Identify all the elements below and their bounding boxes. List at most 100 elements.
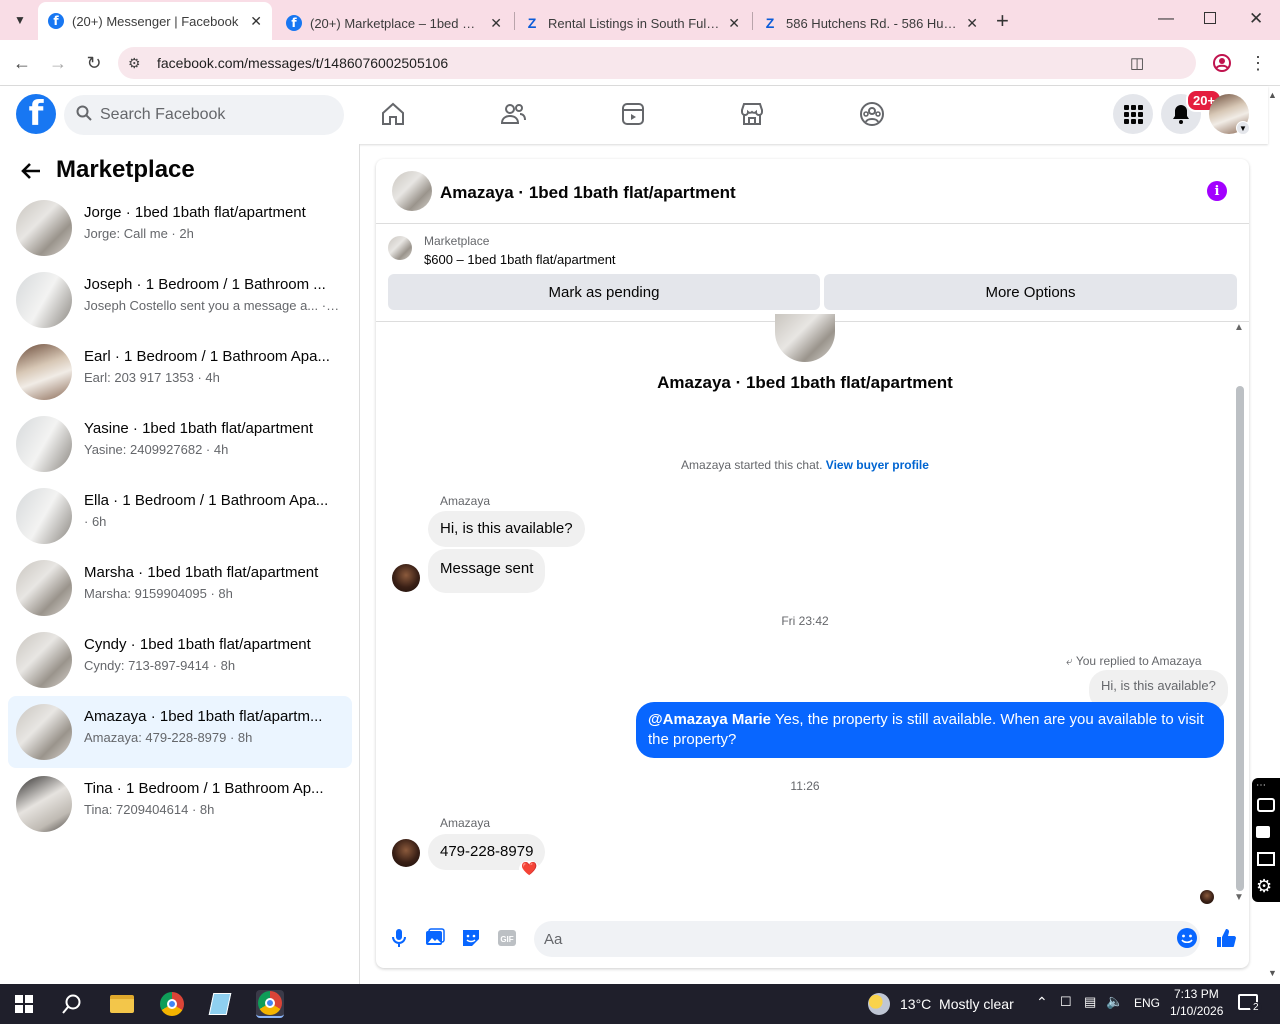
tray-chevron-up-icon[interactable]: ⌃ <box>1036 994 1048 1011</box>
browser-tab-messenger[interactable]: f (20+) Messenger | Facebook ✕ <box>38 2 272 40</box>
friends-icon[interactable] <box>499 100 527 128</box>
listing-avatar[interactable] <box>392 171 432 211</box>
conversation-item[interactable]: Tina · 1 Bedroom / 1 Bathroom Ap... Tina… <box>8 768 352 840</box>
search-input[interactable]: Search Facebook <box>64 95 344 135</box>
page-title: Marketplace <box>56 156 195 183</box>
tab-list-dropdown-icon[interactable]: ▼ <box>10 10 30 30</box>
conversation-item[interactable]: Jorge · 1bed 1bath flat/apartment Jorge:… <box>8 192 352 264</box>
message-thread[interactable]: Amazaya · 1bed 1bath flat/apartment Amaz… <box>376 314 1249 904</box>
page-scroll-down-icon[interactable]: ▼ <box>1268 968 1277 978</box>
chat-title[interactable]: Amazaya · 1bed 1bath flat/apartment <box>440 183 736 203</box>
sender-avatar[interactable] <box>392 564 420 592</box>
conversation-item[interactable]: Yasine · 1bed 1bath flat/apartment Yasin… <box>8 408 352 480</box>
gif-icon[interactable]: GIF <box>496 927 518 949</box>
sent-message-bubble[interactable]: @Amazaya Marie Yes, the property is stil… <box>636 702 1224 758</box>
more-options-button[interactable]: More Options <box>824 274 1237 310</box>
marketplace-icon[interactable] <box>738 100 766 128</box>
weather-icon[interactable] <box>868 993 890 1015</box>
chrome-icon[interactable] <box>158 990 186 1018</box>
clock-time[interactable]: 7:13 PM <box>1174 987 1219 1001</box>
back-arrow-icon[interactable] <box>20 160 42 187</box>
close-tab-icon[interactable]: ✕ <box>490 15 502 32</box>
menu-grid-button[interactable] <box>1113 94 1153 134</box>
tray-network-icon[interactable]: ☐ <box>1060 994 1072 1010</box>
sender-avatar[interactable] <box>392 839 420 867</box>
conversation-item-selected[interactable]: Amazaya · 1bed 1bath flat/apartm... Amaz… <box>8 696 352 768</box>
video-camera-icon[interactable] <box>1256 826 1270 838</box>
microphone-icon[interactable] <box>388 927 410 949</box>
clock-date[interactable]: 1/10/2026 <box>1170 1004 1223 1018</box>
windows-taskbar: 13°C Mostly clear ⌃ ☐ ▤ 🔈 ENG 7:13 PM 1/… <box>0 984 1280 1024</box>
chrome-profile-icon[interactable] <box>256 990 284 1018</box>
tray-wifi-icon[interactable]: ▤ <box>1084 994 1096 1010</box>
facebook-logo[interactable]: f <box>16 94 56 134</box>
scrollbar-thumb[interactable] <box>1236 386 1244 891</box>
install-app-icon[interactable]: ◫ <box>1130 54 1144 72</box>
sticker-icon[interactable] <box>460 927 482 949</box>
message-input[interactable]: Aa <box>534 921 1200 957</box>
home-icon[interactable] <box>379 100 407 128</box>
close-tab-icon[interactable]: ✕ <box>728 15 740 32</box>
message-bubble[interactable]: Hi, is this available? <box>428 511 585 547</box>
message-input-placeholder: Aa <box>544 930 563 948</box>
window-icon[interactable] <box>1257 852 1275 866</box>
conversation-item[interactable]: Earl · 1 Bedroom / 1 Bathroom Apa... Ear… <box>8 336 352 408</box>
close-window-icon[interactable]: ✕ <box>1249 9 1263 29</box>
conversation-item[interactable]: Cyndy · 1bed 1bath flat/apartment Cyndy:… <box>8 624 352 696</box>
forward-icon[interactable]: → <box>46 51 70 75</box>
minimize-icon[interactable]: — <box>1158 10 1174 28</box>
svg-text:GIF: GIF <box>500 935 513 944</box>
reply-indicator: ⤶ You replied to Amazaya <box>1066 654 1202 669</box>
new-tab-icon[interactable]: + <box>996 8 1009 34</box>
camera-icon[interactable] <box>1257 798 1275 812</box>
emoji-icon[interactable] <box>1176 927 1198 949</box>
reload-icon[interactable]: ↻ <box>82 51 106 75</box>
message-composer: GIF Aa <box>376 902 1249 968</box>
mark-as-pending-button[interactable]: Mark as pending <box>388 274 820 310</box>
conversation-item[interactable]: Marsha · 1bed 1bath flat/apartment Marsh… <box>8 552 352 624</box>
grid-icon <box>1124 105 1143 124</box>
profile-icon[interactable] <box>1210 51 1234 75</box>
url-text[interactable]: facebook.com/messages/t/1486076002505106 <box>157 55 448 71</box>
tools-dots-icon[interactable]: ⋯ <box>1256 780 1266 791</box>
conversation-item[interactable]: Joseph · 1 Bedroom / 1 Bathroom ... Jose… <box>8 264 352 336</box>
scroll-up-icon[interactable]: ▲ <box>1234 322 1244 333</box>
heart-reaction-icon[interactable]: ❤️ <box>519 861 540 877</box>
browser-tab-rental-listings[interactable]: Z Rental Listings in South Fulton ✕ <box>514 6 750 40</box>
zillow-icon: Z <box>527 15 537 31</box>
groups-icon[interactable] <box>858 100 886 128</box>
chevron-down-icon[interactable]: ▼ <box>1236 121 1250 135</box>
info-icon[interactable]: i <box>1207 181 1227 201</box>
video-icon[interactable] <box>619 100 647 128</box>
listing-title[interactable]: $600 – 1bed 1bath flat/apartment <box>424 252 616 267</box>
listing-source: Marketplace <box>424 234 490 248</box>
search-icon[interactable] <box>58 990 86 1018</box>
notepad-icon[interactable] <box>206 990 234 1018</box>
windows-start-icon[interactable] <box>10 990 38 1018</box>
tray-volume-icon[interactable]: 🔈 <box>1106 993 1123 1010</box>
mention[interactable]: @Amazaya Marie <box>648 711 771 728</box>
site-info-icon[interactable]: ⚙ <box>128 55 141 72</box>
browser-tab-marketplace[interactable]: f (20+) Marketplace – 1bed 1bath ✕ <box>276 6 512 40</box>
thumbs-up-icon[interactable] <box>1215 927 1237 949</box>
close-tab-icon[interactable]: ✕ <box>250 13 262 30</box>
file-explorer-icon[interactable] <box>108 990 136 1018</box>
menu-dots-icon[interactable]: ⋮ <box>1246 51 1270 75</box>
address-bar[interactable]: ⚙ facebook.com/messages/t/14860760025051… <box>118 47 1196 79</box>
conversation-item[interactable]: Ella · 1 Bedroom / 1 Bathroom Apa... · 6… <box>8 480 352 552</box>
restore-icon[interactable] <box>1204 12 1216 24</box>
weather-text[interactable]: 13°C Mostly clear <box>900 996 1014 1012</box>
conversation-preview: Joseph Costello sent you a message a... … <box>84 298 340 313</box>
page-scroll-up-icon[interactable]: ▲ <box>1268 90 1277 100</box>
language-indicator[interactable]: ENG <box>1134 996 1160 1010</box>
close-tab-icon[interactable]: ✕ <box>966 15 978 32</box>
marketplace-listing-bar: Marketplace $600 – 1bed 1bath flat/apart… <box>376 224 1249 322</box>
photo-icon[interactable] <box>424 927 446 949</box>
back-icon[interactable]: ← <box>10 51 34 75</box>
listing-thumbnail[interactable] <box>388 236 412 260</box>
view-buyer-profile-link[interactable]: View buyer profile <box>826 458 929 472</box>
browser-tab-hutchens[interactable]: Z 586 Hutchens Rd. - 586 Hutche ✕ <box>752 6 988 40</box>
conversation-name: Earl · 1 Bedroom / 1 Bathroom Apa... <box>84 348 330 365</box>
message-bubble[interactable]: Message sent <box>428 549 546 593</box>
settings-gear-icon[interactable]: ⚙ <box>1256 876 1272 897</box>
